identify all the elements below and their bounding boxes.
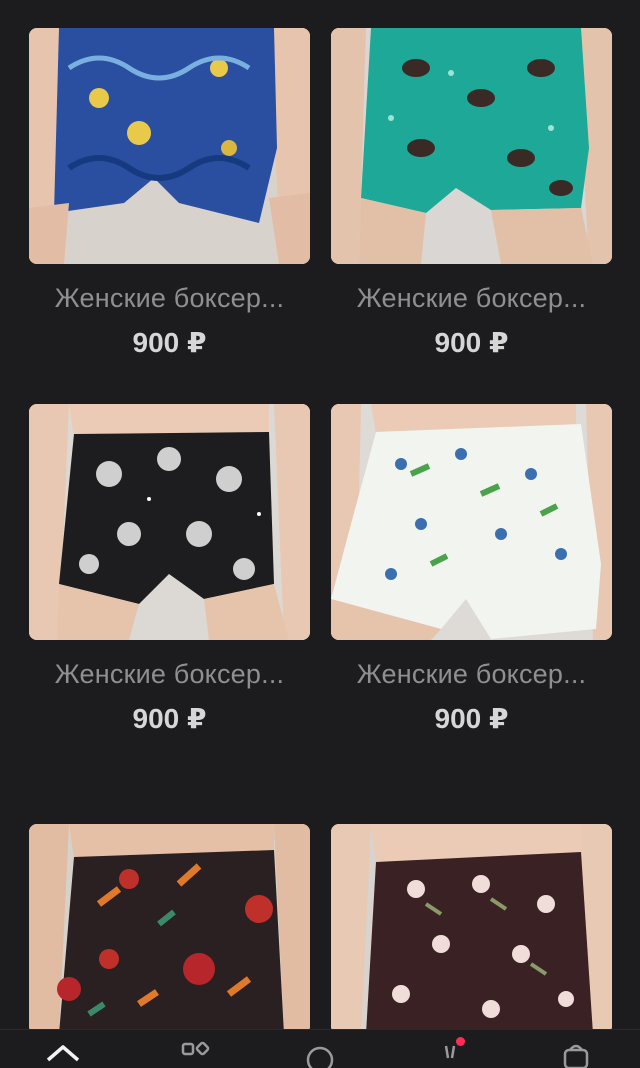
product-title[interactable]: Женские боксер... xyxy=(331,283,612,314)
tab-catalog[interactable] xyxy=(163,1038,223,1068)
product-price: 900 ₽ xyxy=(434,327,509,358)
product-price: 900 ₽ xyxy=(132,327,207,358)
product-title[interactable]: Женские боксер... xyxy=(29,659,310,690)
product-price: 900 ₽ xyxy=(132,703,207,734)
product-card[interactable] xyxy=(29,824,310,1034)
product-image[interactable] xyxy=(29,28,310,264)
tab-home[interactable] xyxy=(33,1038,93,1068)
product-card[interactable]: Женские боксер... 900 ₽ xyxy=(331,404,612,735)
bottom-tab-bar xyxy=(0,1029,640,1068)
product-card[interactable]: Женские боксер... 900 ₽ xyxy=(331,28,612,359)
product-card[interactable]: Женские боксер... 900 ₽ xyxy=(29,404,310,735)
product-card[interactable] xyxy=(331,824,612,1034)
catalog-icon xyxy=(181,1041,210,1056)
product-title[interactable]: Женские боксер... xyxy=(29,283,310,314)
chat-icon xyxy=(306,1046,334,1068)
home-icon xyxy=(46,1045,80,1062)
tab-chat[interactable] xyxy=(290,1038,350,1068)
product-price: 900 ₽ xyxy=(434,703,509,734)
product-image[interactable] xyxy=(331,404,612,640)
tab-cart[interactable] xyxy=(545,1038,605,1068)
product-image[interactable] xyxy=(29,824,310,1034)
tab-stories[interactable] xyxy=(420,1037,480,1068)
product-image[interactable] xyxy=(29,404,310,640)
product-image[interactable] xyxy=(331,28,612,264)
notification-badge xyxy=(456,1037,465,1046)
cart-icon xyxy=(563,1044,589,1068)
product-image[interactable] xyxy=(331,824,612,1034)
product-title[interactable]: Женские боксер... xyxy=(331,659,612,690)
product-card[interactable]: Женские боксер... 900 ₽ xyxy=(29,28,310,359)
